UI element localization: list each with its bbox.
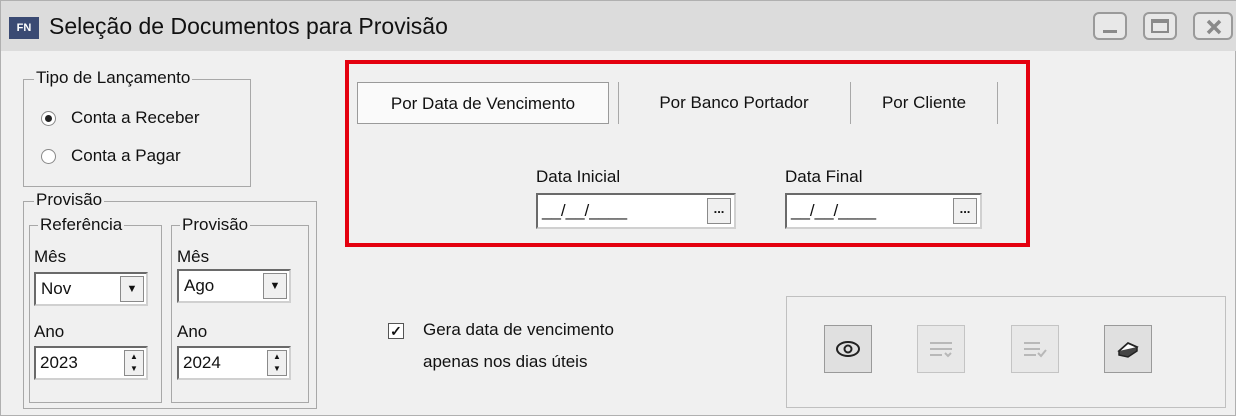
list-down-button[interactable] [917,325,965,373]
tab-separator [850,82,851,124]
eraser-icon [1117,341,1139,358]
close-icon [1206,19,1222,35]
data-inicial-value: __/__/____ [542,201,628,220]
radio-conta-pagar[interactable] [41,149,56,164]
eraser-button[interactable] [1104,325,1152,373]
data-inicial-field[interactable]: __/__/____ ... [536,193,736,229]
provisao-ano-spinner[interactable]: 2024 ▲ ▼ [177,346,291,380]
referencia-mes-label: Mês [34,247,67,266]
tab-separator [618,82,619,124]
minimize-icon [1103,30,1117,33]
tab-por-data-vencimento[interactable]: Por Data de Vencimento [357,82,609,124]
list-check-button[interactable] [1011,325,1059,373]
referencia-ano-spinner[interactable]: 2023 ▲ ▼ [34,346,148,380]
radio-selected-dot [45,115,52,122]
tipo-lancamento-legend: Tipo de Lançamento [34,68,193,88]
chevron-down-icon[interactable]: ▼ [120,276,144,302]
radio-conta-receber[interactable] [41,111,56,126]
referencia-mes-select[interactable]: Nov ▼ [34,272,148,306]
gera-data-checkbox[interactable]: ✓ [388,323,404,339]
spin-up-icon[interactable]: ▲ [125,351,143,363]
tab-por-cliente[interactable]: Por Cliente [859,82,989,124]
conta-pagar-label[interactable]: Conta a Pagar [71,145,181,167]
minimize-button[interactable] [1093,12,1127,40]
window-title: Seleção de Documentos para Provisão [49,13,448,39]
close-button[interactable] [1193,12,1233,40]
data-final-field[interactable]: __/__/____ ... [785,193,982,229]
provisao-mes-select[interactable]: Ago ▼ [177,269,291,303]
list-check-icon [1024,342,1047,358]
provisao-ano-value: 2024 [183,353,221,372]
tab-separator [997,82,998,124]
title-bar[interactable]: FN Seleção de Documentos para Provisão [1,1,1236,51]
maximize-button[interactable] [1143,12,1177,40]
referencia-mes-value: Nov [41,279,72,298]
spinner-buttons[interactable]: ▲ ▼ [124,350,144,376]
maximize-icon [1151,19,1169,33]
referencia-legend: Referência [38,215,125,235]
tipo-lancamento-group [23,79,251,187]
eye-icon [836,341,860,357]
spin-down-icon[interactable]: ▼ [268,363,286,375]
chevron-down-icon[interactable]: ▼ [263,273,287,299]
provisao-mes-value: Ago [184,276,215,295]
data-final-label: Data Final [785,167,863,186]
referencia-ano-value: 2023 [40,353,78,372]
list-down-icon [930,342,952,358]
date-picker-button[interactable]: ... [953,198,977,224]
spinner-buttons[interactable]: ▲ ▼ [267,350,287,376]
main-window: FN Seleção de Documentos para Provisão T… [0,0,1236,416]
gera-data-label-line2[interactable]: apenas nos dias úteis [423,351,587,373]
app-icon: FN [9,17,39,39]
date-picker-button[interactable]: ... [707,198,731,224]
data-final-value: __/__/____ [791,201,877,220]
provisao-mes-label: Mês [177,247,210,266]
provisao-ano-label: Ano [177,322,208,341]
conta-receber-label[interactable]: Conta a Receber [71,107,200,129]
gera-data-label-line1[interactable]: Gera data de vencimento [423,319,614,341]
data-inicial-label: Data Inicial [536,167,621,186]
provisao-inner-legend: Provisão [180,215,251,235]
view-button[interactable] [824,325,872,373]
spin-down-icon[interactable]: ▼ [125,363,143,375]
referencia-ano-label: Ano [34,322,65,341]
spin-up-icon[interactable]: ▲ [268,351,286,363]
provisao-legend: Provisão [34,190,105,210]
tab-por-banco-portador[interactable]: Por Banco Portador [629,82,839,124]
